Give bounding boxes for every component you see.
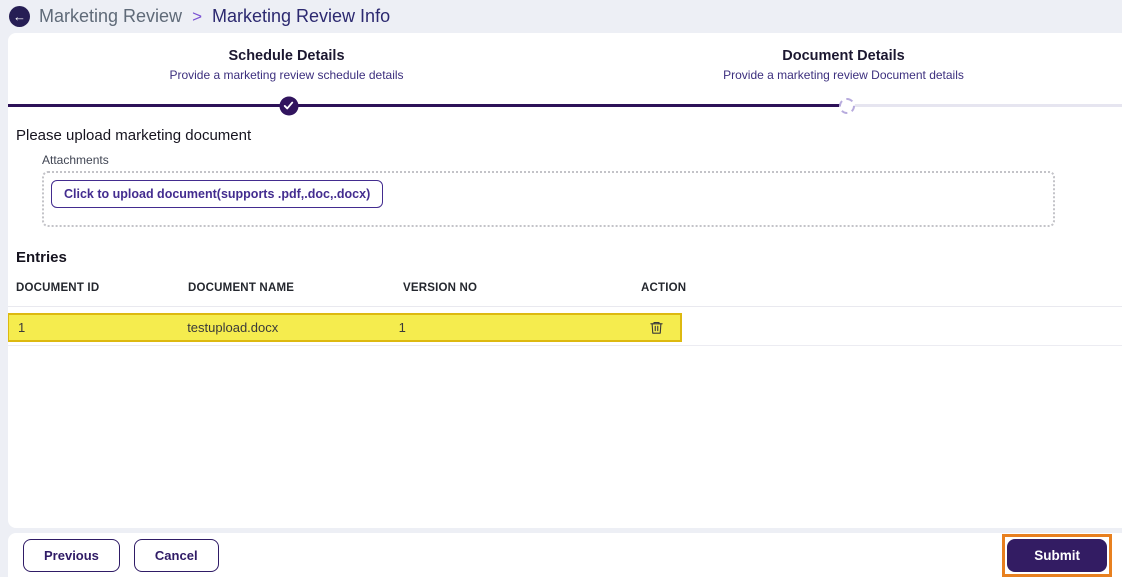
step-subtitle: Provide a marketing review Document deta… <box>723 68 964 82</box>
previous-button[interactable]: Previous <box>23 538 120 572</box>
column-header-document-name: DOCUMENT NAME <box>188 282 295 294</box>
cancel-button[interactable]: Cancel <box>133 538 219 572</box>
upload-prompt-text: Please upload marketing document <box>16 127 252 144</box>
breadcrumb: ← Marketing Review > Marketing Review In… <box>0 0 1122 33</box>
cell-document-name: testupload.docx <box>187 320 279 335</box>
entries-heading: Entries <box>16 249 67 266</box>
cell-document-id: 1 <box>18 320 26 335</box>
cell-version-no: 1 <box>398 320 406 335</box>
step-completed-check-icon <box>279 96 299 115</box>
attachments-dropzone[interactable]: Click to upload document(supports .pdf,.… <box>42 171 1055 227</box>
column-header-document-id: DOCUMENT ID <box>16 282 100 294</box>
breadcrumb-separator: > <box>192 6 202 26</box>
step-pending-circle-icon <box>838 97 855 114</box>
step-subtitle: Provide a marketing review schedule deta… <box>169 68 404 82</box>
submit-button[interactable]: Submit <box>1007 538 1107 572</box>
step-document-details[interactable]: Document Details Provide a marketing rev… <box>565 48 1122 82</box>
stepper-track-completed <box>8 104 847 107</box>
row-divider <box>8 345 1122 346</box>
submit-highlight-outline: Submit <box>1002 533 1112 577</box>
table-row[interactable]: 1 testupload.docx 1 <box>8 313 682 342</box>
breadcrumb-parent[interactable]: Marketing Review <box>39 6 182 27</box>
footer-action-bar: Previous Cancel Submit <box>8 533 1122 577</box>
upload-document-button[interactable]: Click to upload document(supports .pdf,.… <box>51 180 384 208</box>
page-title: Marketing Review Info <box>212 6 391 26</box>
main-panel: Schedule Details Provide a marketing rev… <box>8 33 1122 528</box>
stepper-progress-track <box>8 96 1122 115</box>
step-title: Document Details <box>782 48 905 64</box>
stepper: Schedule Details Provide a marketing rev… <box>8 33 1122 115</box>
trash-icon[interactable] <box>649 320 664 335</box>
arrow-left-icon: ← <box>13 9 26 24</box>
column-header-version-no: VERSION NO <box>403 282 478 294</box>
table-header-row: DOCUMENT ID DOCUMENT NAME VERSION NO ACT… <box>8 282 1122 307</box>
step-title: Schedule Details <box>228 48 345 64</box>
back-button[interactable]: ← <box>9 6 30 27</box>
stepper-track-remaining <box>846 104 1122 107</box>
step-schedule-details[interactable]: Schedule Details Provide a marketing rev… <box>8 48 565 82</box>
column-header-action: ACTION <box>641 282 687 294</box>
attachments-label: Attachments <box>42 153 109 167</box>
